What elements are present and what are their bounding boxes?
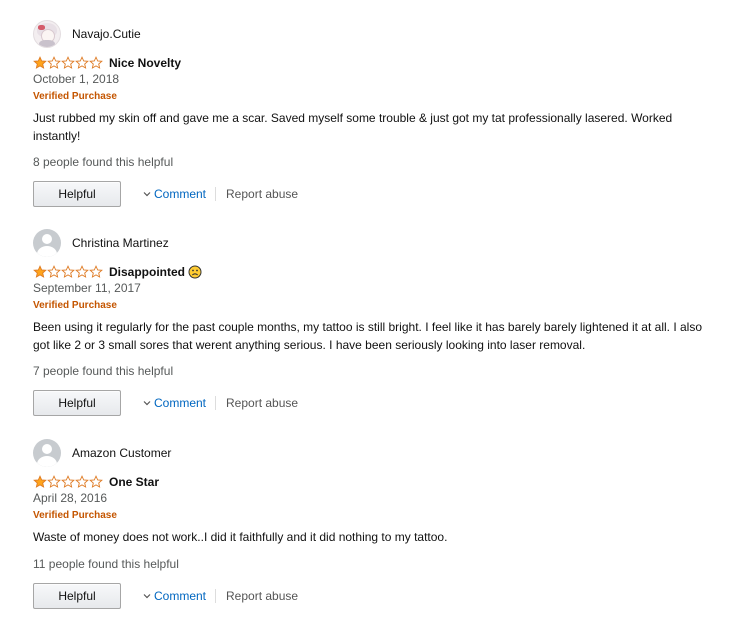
review-body: Waste of money does not work..I did it f… [33,530,448,544]
star-empty-icon [75,265,89,278]
review-date: April 28, 2016 [33,491,108,505]
star-filled-icon [33,265,47,278]
avatar[interactable] [33,439,61,467]
review-date: October 1, 2018 [33,72,120,86]
reviewer-profile[interactable]: Christina Martinez [33,228,713,258]
comment-label: Comment [154,187,207,201]
chevron-down-icon [143,594,151,599]
reviewer-profile[interactable]: Navajo.Cutie [33,19,713,49]
star-empty-icon [75,475,89,488]
verified-purchase-badge[interactable]: Verified Purchase [33,510,713,524]
avatar[interactable] [33,229,61,257]
star-rating[interactable] [33,56,103,70]
star-empty-icon [61,56,75,69]
chevron-down-icon [143,401,151,406]
reviewer-name[interactable]: Christina Martinez [72,236,169,250]
chevron-down-icon [143,192,151,197]
report-abuse-link[interactable]: Report abuse [226,589,298,603]
comment-link[interactable]: Comment [143,396,206,410]
review-body: Been using it regularly for the past cou… [33,320,703,352]
reviewer-name[interactable]: Amazon Customer [72,446,171,460]
divider [215,589,217,603]
comment-link[interactable]: Comment [143,589,206,603]
star-empty-icon [47,265,61,278]
review-title[interactable]: Nice Novelty [109,56,181,70]
star-empty-icon [75,56,89,69]
avatar[interactable] [33,20,61,48]
comment-link[interactable]: Comment [143,187,206,201]
star-rating[interactable] [33,265,103,279]
verified-purchase-badge[interactable]: Verified Purchase [33,91,713,105]
star-empty-icon [47,475,61,488]
reviewer-name[interactable]: Navajo.Cutie [72,27,141,41]
report-abuse-link[interactable]: Report abuse [226,187,298,201]
helpful-button[interactable]: Helpful [33,583,121,609]
review: Christina Martinez Disappointed Septembe… [33,228,713,354]
frowning-face-icon [188,265,202,279]
star-empty-icon [47,56,61,69]
star-filled-icon [33,56,47,69]
star-empty-icon [61,265,75,278]
review-title[interactable]: One Star [109,475,159,489]
star-filled-icon [33,475,47,488]
report-abuse-link[interactable]: Report abuse [226,396,298,410]
comment-label: Comment [154,396,207,410]
star-empty-icon [61,475,75,488]
helpful-count: 8 people found this helpful [33,155,174,169]
star-empty-icon [89,56,103,69]
helpful-button[interactable]: Helpful [33,390,121,416]
review-body: Just rubbed my skin off and gave me a sc… [33,111,673,143]
comment-label: Comment [154,589,207,603]
verified-purchase-badge[interactable]: Verified Purchase [33,300,713,314]
divider [215,396,217,410]
star-empty-icon [89,265,103,278]
divider [215,187,217,201]
reviewer-profile[interactable]: Amazon Customer [33,438,713,468]
star-rating[interactable] [33,475,103,489]
review: Amazon Customer One Star April 28, 2016 … [33,438,713,546]
star-empty-icon [89,475,103,488]
helpful-count: 11 people found this helpful [33,557,179,571]
review-title[interactable]: Disappointed [109,265,185,279]
review: Navajo.Cutie Nice Novelty October 1, 201… [33,19,713,145]
helpful-button[interactable]: Helpful [33,181,121,207]
review-date: September 11, 2017 [33,281,141,295]
helpful-count: 7 people found this helpful [33,364,174,378]
